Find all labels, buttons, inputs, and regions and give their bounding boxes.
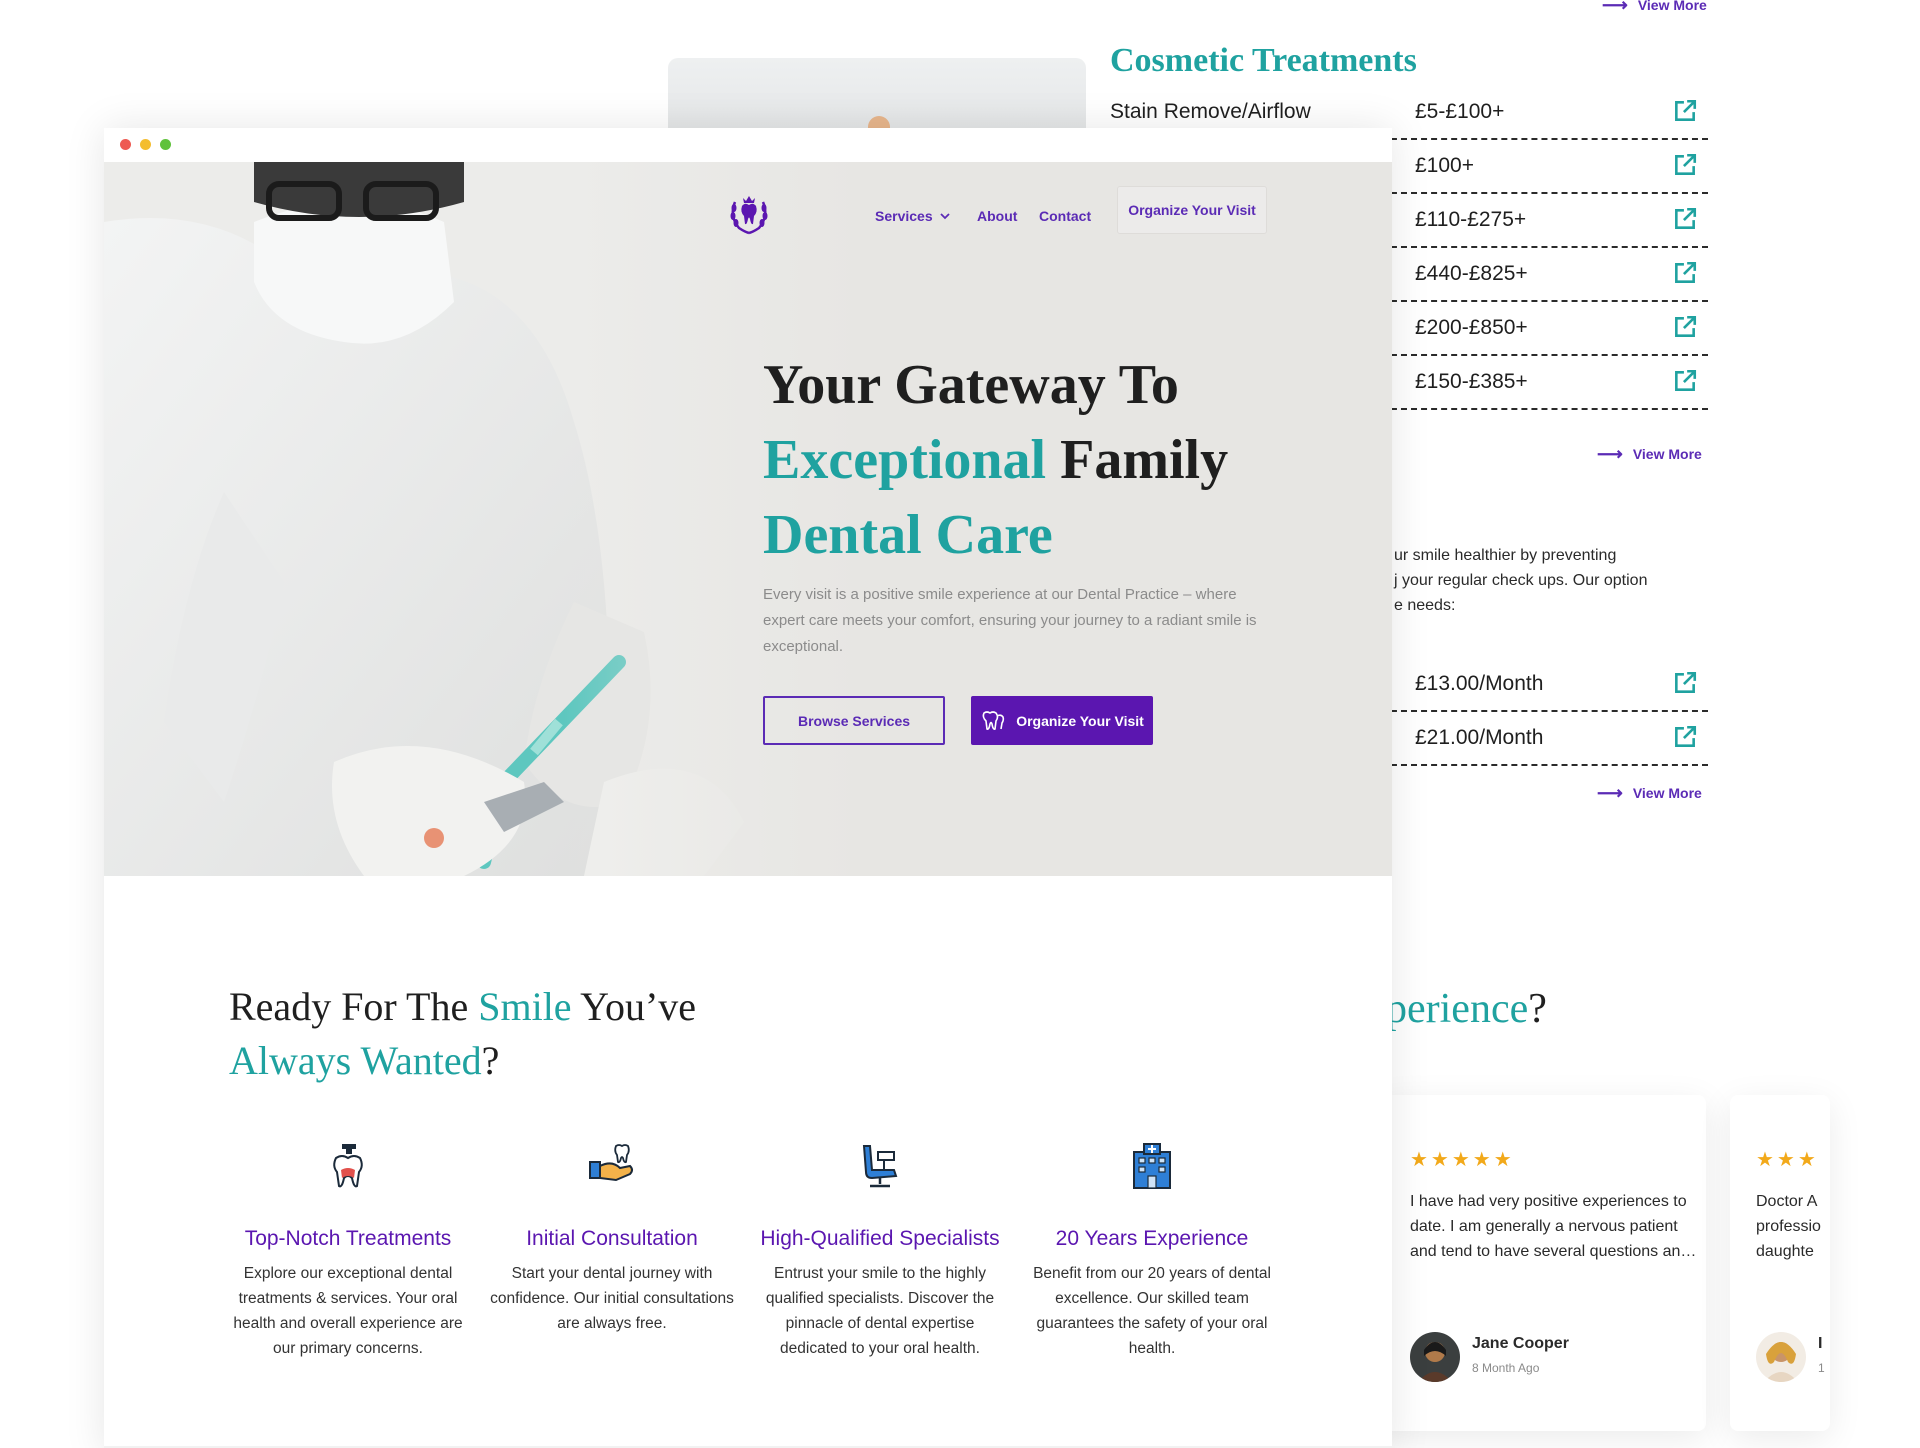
hero-title: Your Gateway To Exceptional Family Denta… [763,354,1229,566]
nav-contact[interactable]: Contact [1039,208,1091,224]
browser-title-bar [104,128,1392,162]
review-text: Doctor A professio daughte [1756,1193,1821,1260]
review-card: ★★★★★ I have had very positive experienc… [1376,1095,1706,1431]
reviewer-name: I [1818,1335,1823,1352]
review-text: I have had very positive experiences to … [1410,1193,1697,1260]
nav-services[interactable]: Services [875,208,951,224]
feature-item: 20 Years Experience Benefit from our 20 … [1027,1140,1277,1361]
price-value: £440-£825+ [1415,262,1528,285]
arrow-right-icon: ⟶ [1602,0,1628,15]
tooth-icon [982,710,1005,730]
feature-description: Entrust your smile to the highly qualifi… [765,1265,995,1357]
window-maximize-dot[interactable] [160,139,171,150]
hero-section: Services About Contact Organize Your Vis… [104,162,1392,876]
review-date: 8 Month Ago [1472,1361,1540,1375]
plan-text-line: j your regular check ups. Our option [1394,572,1648,589]
experience-heading: perience? [1386,986,1547,1032]
avatar [1410,1332,1460,1382]
price-name: Stain Remove/Airflow [1110,100,1311,123]
arrow-right-icon: ⟶ [1597,444,1623,464]
window-minimize-dot[interactable] [140,139,151,150]
tooth-drill-icon [333,1144,363,1188]
external-link-icon[interactable] [1672,98,1698,124]
nav-about[interactable]: About [977,208,1017,224]
external-link-icon[interactable] [1672,724,1698,750]
view-more-link[interactable]: ⟶ View More [1597,784,1702,802]
plan-text-line: e needs: [1394,597,1456,614]
price-value: £110-£275+ [1415,208,1527,231]
window-close-dot[interactable] [120,139,131,150]
star-rating: ★★★★★ [1410,1149,1515,1171]
view-more-link-top[interactable]: ⟶ View More [1602,0,1707,14]
plan-price: £13.00/Month [1415,672,1544,695]
external-link-icon[interactable] [1672,314,1698,340]
cosmetic-treatments-title: Cosmetic Treatments [1110,42,1417,79]
price-value: £200-£850+ [1415,316,1528,339]
browser-window: Services About Contact Organize Your Vis… [104,128,1392,1448]
hero-description: Every visit is a positive smile experien… [763,586,1257,655]
feature-title: 20 Years Experience [1055,1227,1249,1250]
view-more-link[interactable]: ⟶ View More [1597,445,1702,463]
review-card: ★★★ Doctor A professio daughte I 1 [1730,1095,1830,1431]
external-link-icon[interactable] [1672,368,1698,394]
feature-description: Explore our exceptional dental treatment… [233,1265,463,1357]
review-date: 1 [1818,1361,1825,1375]
external-link-icon[interactable] [1672,206,1698,232]
feature-description: Start your dental journey with confidenc… [490,1265,734,1332]
feature-item: Initial Consultation Start your dental j… [487,1140,737,1361]
feature-item: Top-Notch Treatments Explore our excepti… [223,1140,473,1361]
feature-title: Top-Notch Treatments [244,1227,452,1250]
feature-description: Benefit from our 20 years of dental exce… [1033,1265,1271,1357]
feature-title: High-Qualified Specialists [760,1227,1000,1250]
external-link-icon[interactable] [1672,670,1698,696]
external-link-icon[interactable] [1672,152,1698,178]
browse-services-button[interactable]: Browse Services [763,696,945,745]
laurel-tooth-logo[interactable] [727,192,771,236]
plan-text-line: ur smile healthier by preventing [1394,547,1617,564]
avatar [1756,1332,1806,1382]
organize-visit-button[interactable]: Organize Your Visit [971,696,1153,745]
price-value: £150-£385+ [1415,370,1528,393]
hand-tooth-icon [589,1144,633,1182]
star-rating: ★★★ [1756,1149,1819,1171]
features-heading: Ready For The Smile You’ve Always Wanted… [229,984,697,1083]
reviewer-name: Jane Cooper [1472,1335,1569,1352]
price-value: £100+ [1415,154,1474,177]
external-link-icon[interactable] [1672,260,1698,286]
feature-title: Initial Consultation [526,1227,698,1250]
plan-price: £21.00/Month [1415,726,1544,749]
arrow-right-icon: ⟶ [1597,783,1623,803]
price-value: £5-£100+ [1415,100,1505,123]
nav-organize-visit-button[interactable]: Organize Your Visit [1117,186,1267,234]
dental-chair-icon [862,1145,898,1188]
hospital-icon [1133,1143,1171,1189]
chevron-down-icon [939,213,950,220]
background-image-strip [668,58,1086,128]
feature-item: High-Qualified Specialists Entrust your … [755,1140,1005,1361]
